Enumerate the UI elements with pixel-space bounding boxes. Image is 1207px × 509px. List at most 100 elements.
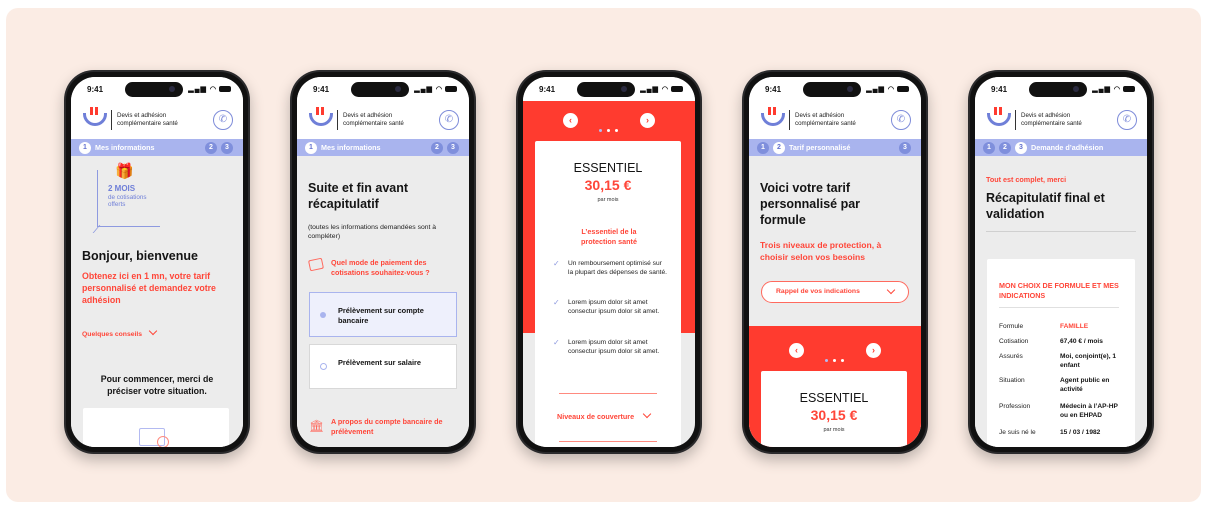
status-bar: 9:41 ▂▄▆ ◠ <box>749 77 921 101</box>
app-header: Devis et adhésion complémentaire santé ✆ <box>749 101 921 139</box>
check-icon: ✓ <box>553 298 560 307</box>
step-1[interactable]: 1 <box>757 141 769 154</box>
dynamic-island <box>577 82 635 97</box>
coverage-link[interactable]: Niveaux de couverture <box>557 409 652 421</box>
carousel-prev-button[interactable]: ‹ <box>789 343 804 358</box>
step-1[interactable]: 1 <box>305 141 317 154</box>
step-label: Demande d’adhésion <box>1031 143 1104 152</box>
row-label: Je suis né le <box>999 429 1036 436</box>
radio-selected <box>320 312 326 318</box>
step-2[interactable]: 2 <box>999 141 1011 154</box>
row-value: Agent public en activité <box>1060 377 1110 393</box>
dynamic-island <box>1029 82 1087 97</box>
header-title: Devis et adhésion complémentaire santé <box>343 112 404 127</box>
brand-logo-icon[interactable] <box>308 107 333 131</box>
carousel-next-button[interactable]: › <box>866 343 881 358</box>
app-header: Devis et adhésion complémentaire santé ✆ <box>297 101 469 139</box>
status-bar: 9:41 ▂▄▆ ◠ <box>71 77 243 101</box>
chevron-down-icon <box>886 285 896 295</box>
plan-period: par mois <box>597 197 619 203</box>
phone-icon[interactable]: ✆ <box>1117 110 1137 130</box>
phone-icon[interactable]: ✆ <box>891 110 911 130</box>
page-subtitle: (toutes les informations demandées sont … <box>308 224 437 240</box>
battery-icon <box>671 86 683 93</box>
battery-icon <box>445 86 457 93</box>
carousel-dots[interactable] <box>825 349 849 367</box>
battery-icon <box>1123 86 1135 93</box>
step-2[interactable]: 2 <box>773 141 785 154</box>
row-label: Situation <box>999 377 1025 384</box>
phone-mockup-3: 9:41 ▂▄▆ ◠ ‹ › ESSENTIEL 30,15 € par moi… <box>516 70 702 454</box>
phone-icon[interactable]: ✆ <box>213 110 233 130</box>
plan-name: ESSENTIEL <box>573 161 643 175</box>
phone-icon[interactable]: ✆ <box>439 110 459 130</box>
gift-icon: 🎁 <box>115 163 134 180</box>
header-divider <box>111 110 112 130</box>
option-bank-debit[interactable]: Prélèvement sur compte bancaire <box>309 292 457 337</box>
phone-mockup-1: 9:41 ▂▄▆ ◠ Devis et adhésion complémenta… <box>64 70 250 454</box>
divider <box>986 231 1136 232</box>
plan-price: 30,15 € <box>584 177 632 193</box>
header-title: Devis et adhésion complémentaire santé <box>117 112 178 127</box>
row-label: Assurés <box>999 353 1023 360</box>
benefit-2: Lorem ipsum dolor sit amet consectur ips… <box>568 299 660 315</box>
page-subtitle: Trois niveaux de protection, à choisir s… <box>760 240 882 262</box>
plan-card-essentiel[interactable]: ESSENTIEL 30,15 € par mois <box>761 371 907 447</box>
app-header: Devis et adhésion complémentaire santé ✆ <box>975 101 1147 139</box>
divider <box>559 393 657 394</box>
plan-card-essentiel[interactable]: ESSENTIEL 30,15 € par mois L’essentiel d… <box>535 141 681 447</box>
row-value: 67,40 € / mois <box>1060 338 1103 345</box>
header-divider <box>1015 110 1016 130</box>
payment-question: Quel mode de paiement des cotisations so… <box>331 258 430 277</box>
check-icon: ✓ <box>553 259 560 268</box>
phone-mockup-4: 9:41 ▂▄▆ ◠ Devis et adhésion complémenta… <box>742 70 928 454</box>
step-2[interactable]: 2 <box>431 141 443 154</box>
status-time: 9:41 <box>313 85 330 94</box>
status-bar: 9:41 ▂▄▆ ◠ <box>975 77 1147 101</box>
row-value: FAMILLE <box>1060 323 1089 330</box>
brand-logo-icon[interactable] <box>82 107 107 131</box>
app-header: Devis et adhésion complémentaire santé ✆ <box>71 101 243 139</box>
tips-link[interactable]: Quelques conseils <box>82 326 158 338</box>
step-2[interactable]: 2 <box>205 141 217 154</box>
brand-logo-icon[interactable] <box>760 107 785 131</box>
step-label: Mes informations <box>95 143 155 152</box>
step-1[interactable]: 1 <box>79 141 91 154</box>
screen-pricing: 9:41 ▂▄▆ ◠ Devis et adhésion complémenta… <box>749 77 921 447</box>
battery-icon <box>897 86 909 93</box>
situation-card[interactable] <box>83 408 229 447</box>
step-3[interactable]: 3 <box>1015 141 1027 154</box>
header-divider <box>789 110 790 130</box>
option-label: Prélèvement sur salaire <box>338 358 421 367</box>
summary-section-title: MON CHOIX DE FORMULE ET MES INDICATIONS <box>999 281 1119 300</box>
row-label: Cotisation <box>999 338 1029 345</box>
step-3[interactable]: 3 <box>899 141 911 154</box>
step-1[interactable]: 1 <box>983 141 995 154</box>
stepper: 1 2 3 Demande d’adhésion <box>975 139 1147 156</box>
status-time: 9:41 <box>991 85 1008 94</box>
carousel-prev-button[interactable]: ‹ <box>563 113 578 128</box>
step-3[interactable]: 3 <box>221 141 233 154</box>
row-label: Profession <box>999 403 1031 410</box>
chevron-down-icon <box>642 409 652 419</box>
welcome-content: 🎁 2 MOIS de cotisations offerts Bonjour,… <box>71 156 243 447</box>
bank-section-title: A propos du compte bancaire de prélèveme… <box>331 417 443 436</box>
step-3[interactable]: 3 <box>447 141 459 154</box>
step-label: Tarif personnalisé <box>789 143 851 152</box>
carousel-next-button[interactable]: › <box>640 113 655 128</box>
option-salary-debit[interactable]: Prélèvement sur salaire <box>309 344 457 389</box>
stepper: 1 2 Tarif personnalisé 3 <box>749 139 921 156</box>
status-icons: ▂▄▆ ◠ <box>414 85 457 93</box>
dynamic-island <box>351 82 409 97</box>
page-title: Récapitulatif final et validation <box>986 191 1105 221</box>
status-bar: 9:41 ▂▄▆ ◠ <box>297 77 469 101</box>
carousel-dots[interactable] <box>599 119 623 137</box>
medical-cross-icon <box>157 436 169 447</box>
phone-mockup-2: 9:41 ▂▄▆ ◠ Devis et adhésion complémenta… <box>290 70 476 454</box>
summary-card: MON CHOIX DE FORMULE ET MES INDICATIONS … <box>987 259 1135 447</box>
screen-plan-detail: 9:41 ▂▄▆ ◠ ‹ › ESSENTIEL 30,15 € par moi… <box>523 77 695 447</box>
brand-logo-icon[interactable] <box>986 107 1011 131</box>
recall-button[interactable]: Rappel de vos indications <box>761 281 909 303</box>
plan-price: 30,15 € <box>810 407 858 423</box>
summary-kicker: Tout est complet, merci <box>986 175 1067 184</box>
